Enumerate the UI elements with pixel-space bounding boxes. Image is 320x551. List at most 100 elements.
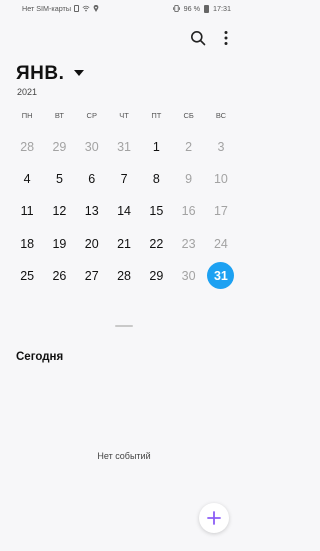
day-number: 28 <box>20 140 35 155</box>
day-cell[interactable]: 5 <box>43 163 75 195</box>
day-cell[interactable]: 14 <box>108 195 140 227</box>
weekday-label: ПН <box>21 111 33 120</box>
day-number: 13 <box>84 204 99 219</box>
day-number: 2 <box>185 140 193 155</box>
day-cell[interactable]: 25 <box>11 260 43 292</box>
day-number: 29 <box>149 268 164 283</box>
day-cell[interactable]: 18 <box>11 228 43 260</box>
day-number: 8 <box>152 172 160 187</box>
day-number: 25 <box>20 268 35 283</box>
day-cell[interactable]: 12 <box>43 195 75 227</box>
year-label: 2021 <box>17 87 38 97</box>
day-number: 3 <box>217 140 225 155</box>
day-cell[interactable]: 10 <box>205 163 237 195</box>
weekday-label: СБ <box>183 111 194 120</box>
day-cell[interactable]: 19 <box>43 228 75 260</box>
day-cell[interactable]: 21 <box>108 228 140 260</box>
day-cell[interactable]: 27 <box>76 260 108 292</box>
day-cell[interactable]: 1 <box>140 131 172 163</box>
day-cell[interactable]: 23 <box>172 228 204 260</box>
day-cell[interactable]: 13 <box>76 195 108 227</box>
day-number: 23 <box>181 236 196 251</box>
day-number: 5 <box>55 172 63 187</box>
day-number: 26 <box>52 268 67 283</box>
battery-text: 96 % <box>183 4 200 13</box>
day-cell[interactable]: 7 <box>108 163 140 195</box>
more-vert-icon[interactable] <box>220 30 232 46</box>
day-cell[interactable]: 31 <box>108 131 140 163</box>
clock-text: 17:31 <box>213 4 231 13</box>
battery-icon <box>204 4 209 13</box>
day-number: 31 <box>117 140 131 155</box>
day-cell[interactable]: 29 <box>43 131 75 163</box>
today-section-title: Сегодня <box>16 351 64 363</box>
status-right: 96 % 17:31 <box>172 4 231 13</box>
location-icon <box>93 5 99 12</box>
day-number: 28 <box>117 268 131 283</box>
day-number: 11 <box>20 204 34 219</box>
day-cell[interactable]: 15 <box>140 195 172 227</box>
day-cell[interactable]: 22 <box>140 228 172 260</box>
day-cell[interactable]: 30 <box>76 131 108 163</box>
day-number: 18 <box>20 236 35 251</box>
day-cell[interactable]: 4 <box>11 163 43 195</box>
plus-icon <box>207 511 221 525</box>
status-left: Нет SIM-карты <box>22 4 99 13</box>
day-cell[interactable]: 6 <box>76 163 108 195</box>
day-number: 17 <box>213 204 228 219</box>
day-number: 16 <box>181 204 196 219</box>
day-number: 6 <box>88 172 96 187</box>
day-number: 10 <box>213 172 228 187</box>
day-number: 27 <box>84 268 99 283</box>
add-event-button[interactable] <box>199 503 229 533</box>
day-number: 21 <box>117 236 131 251</box>
caret-down-icon <box>74 69 85 76</box>
search-icon[interactable] <box>190 30 206 46</box>
day-cell[interactable]: 3 <box>205 131 237 163</box>
vibrate-icon <box>172 5 180 12</box>
day-number: 4 <box>23 172 31 187</box>
status-bar: Нет SIM-карты 96 % 17:31 <box>0 0 248 18</box>
day-number: 30 <box>181 268 196 283</box>
day-number: 20 <box>84 236 99 251</box>
no-events-message: Нет событий <box>97 451 151 461</box>
drag-handle[interactable] <box>115 325 133 327</box>
day-number: 30 <box>84 140 99 155</box>
day-number: 29 <box>52 140 67 155</box>
day-number: 15 <box>149 204 164 219</box>
day-number: 12 <box>52 204 67 219</box>
day-cell[interactable]: 24 <box>205 228 237 260</box>
day-cell[interactable]: 28 <box>11 131 43 163</box>
day-number: 22 <box>149 236 164 251</box>
sim-card-icon <box>74 5 80 12</box>
weekday-label: СР <box>86 111 97 120</box>
day-cell[interactable]: 28 <box>108 260 140 292</box>
day-number: 19 <box>52 236 67 251</box>
month-selector[interactable]: ЯНВ. <box>16 63 85 85</box>
day-number: 9 <box>185 172 193 187</box>
day-cell[interactable]: 29 <box>140 260 172 292</box>
day-number: 7 <box>120 172 128 187</box>
weekday-label: ВТ <box>54 111 64 120</box>
day-cell[interactable]: 9 <box>172 163 204 195</box>
day-number: 31 <box>207 262 235 290</box>
weekday-label: ПТ <box>151 111 162 120</box>
day-cell-today[interactable]: 31 <box>205 260 237 292</box>
day-cell[interactable]: 8 <box>140 163 172 195</box>
day-cell[interactable]: 2 <box>172 131 204 163</box>
weekday-header: ПН ВТ СР ЧТ ПТ СБ ВС <box>11 111 237 120</box>
day-cell[interactable]: 20 <box>76 228 108 260</box>
month-label: ЯНВ. <box>16 63 65 84</box>
day-cell[interactable]: 26 <box>43 260 75 292</box>
wifi-icon <box>82 5 90 12</box>
day-number: 24 <box>213 236 228 251</box>
weekday-label: ЧТ <box>119 111 129 120</box>
day-number: 1 <box>152 140 160 155</box>
month-grid: 28 29 30 31 1 2 3 4 5 6 7 8 9 10 11 12 13 14 15 16 17 18 19 20 2… <box>11 131 237 292</box>
day-cell[interactable]: 16 <box>172 195 204 227</box>
day-cell[interactable]: 30 <box>172 260 204 292</box>
day-number: 14 <box>117 204 131 219</box>
weekday-label: ВС <box>215 111 227 120</box>
day-cell[interactable]: 11 <box>11 195 43 227</box>
day-cell[interactable]: 17 <box>205 195 237 227</box>
